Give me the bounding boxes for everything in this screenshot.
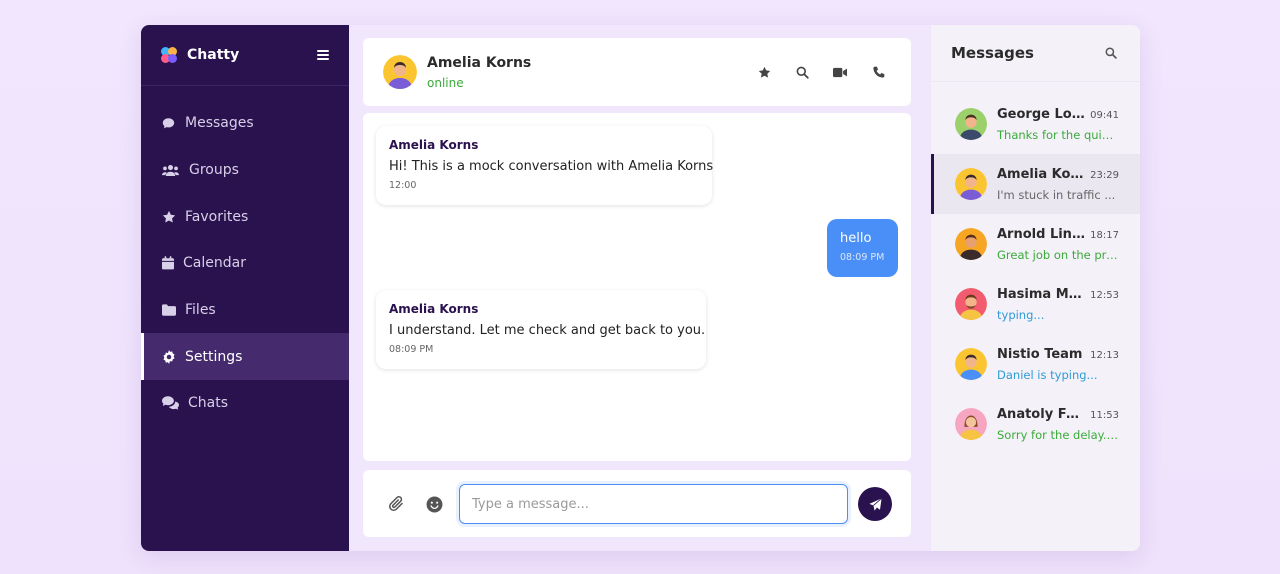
avatar — [955, 288, 987, 320]
conversation-george-lobko[interactable]: George Lobko 09:41 Thanks for the quick.… — [931, 94, 1140, 154]
sidebar-item-files[interactable]: Files — [141, 287, 349, 334]
contact-name: Amelia Korns — [427, 54, 532, 71]
conversation-preview: Thanks for the quick... — [997, 127, 1119, 142]
conversation-preview: Daniel is typing... — [997, 367, 1098, 382]
conversation-name: Amelia Korns — [997, 166, 1087, 182]
incoming-message: Amelia Korns Hi! This is a mock conversa… — [376, 126, 714, 205]
chatty-logo-icon — [161, 47, 177, 63]
conversations-panel: Messages George Lobko 09:41 Thanks for t… — [931, 25, 1140, 551]
panel-title: Messages — [951, 44, 1034, 62]
brand-name: Chatty — [187, 47, 240, 63]
sidebar-item-groups[interactable]: Groups — [141, 147, 349, 194]
conversation-preview: Sorry for the delay. I'... — [997, 427, 1119, 442]
star-icon[interactable] — [755, 63, 773, 81]
chat-header: Amelia Korns online — [363, 38, 911, 106]
conversation-anatoly-ferus[interactable]: Anatoly Ferus... 11:53 Sorry for the del… — [931, 394, 1140, 454]
send-icon — [868, 497, 882, 511]
message-sender: Amelia Korns — [389, 302, 479, 316]
sidebar-item-label: Files — [185, 302, 216, 319]
message-text: hello — [840, 231, 872, 246]
sidebar-item-messages[interactable]: Messages — [141, 100, 349, 147]
calendar-icon — [161, 256, 174, 271]
emoji-icon[interactable] — [424, 494, 444, 514]
hamburger-menu-icon[interactable] — [317, 50, 329, 60]
conversation-time: 18:17 — [1090, 229, 1119, 241]
message-list: Amelia Korns Hi! This is a mock conversa… — [363, 113, 911, 461]
conversation-name: George Lobko — [997, 106, 1086, 122]
conversation-name: Nistio Team — [997, 346, 1083, 362]
panel-header: Messages — [931, 25, 1140, 82]
message-input[interactable] — [459, 484, 848, 524]
message-time: 08:09 PM — [840, 252, 885, 263]
sidebar-item-label: Settings — [185, 348, 243, 365]
comments-icon — [161, 396, 179, 411]
message-text: I understand. Let me check and get back … — [389, 323, 706, 338]
conversation-list: George Lobko 09:41 Thanks for the quick.… — [931, 82, 1140, 454]
conversation-amelia-korns[interactable]: Amelia Korns 23:29 I'm stuck in traffic … — [931, 154, 1140, 214]
conversation-time: 11:53 — [1090, 409, 1119, 421]
sidebar-item-label: Calendar — [183, 255, 246, 272]
avatar[interactable] — [383, 55, 417, 89]
conversation-hasima-med[interactable]: Hasima Med... 12:53 typing... — [931, 274, 1140, 334]
gear-icon — [161, 349, 176, 364]
conversation-preview: I'm stuck in traffic ... — [997, 187, 1116, 202]
message-time: 08:09 PM — [389, 344, 434, 355]
sidebar-item-calendar[interactable]: Calendar — [141, 240, 349, 287]
message-time: 12:00 — [389, 180, 417, 191]
message-sender: Amelia Korns — [389, 138, 479, 152]
conversation-time: 23:29 — [1090, 169, 1119, 181]
sidebar-item-label: Favorites — [185, 208, 249, 225]
message-composer — [363, 470, 911, 537]
incoming-message: Amelia Korns I understand. Let me check … — [376, 290, 706, 369]
conversation-name: Hasima Med... — [997, 286, 1087, 302]
contact-status: online — [427, 75, 464, 90]
avatar — [955, 228, 987, 260]
folder-icon — [161, 303, 176, 318]
sidebar-item-label: Chats — [188, 395, 229, 412]
users-icon — [161, 163, 179, 178]
chat-area: Amelia Korns online Amelia Korns Hi! Thi… — [349, 25, 931, 551]
header-actions — [755, 63, 887, 81]
conversation-name: Arnold Linkeln — [997, 226, 1086, 242]
conversation-preview: typing... — [997, 307, 1045, 322]
chat-app: Chatty Messages Groups Favorites Calenda… — [141, 25, 1140, 551]
sidebar-item-label: Groups — [189, 162, 239, 179]
conversation-name: Anatoly Ferus... — [997, 406, 1086, 422]
phone-icon[interactable] — [869, 63, 887, 81]
sidebar-item-favorites[interactable]: Favorites — [141, 193, 349, 240]
search-icon[interactable] — [793, 63, 811, 81]
chat-bubble-icon — [161, 116, 176, 131]
paperclip-icon[interactable] — [387, 494, 407, 514]
conversation-time: 12:53 — [1090, 289, 1119, 301]
avatar — [955, 108, 987, 140]
message-text: Hi! This is a mock conversation with Ame… — [389, 159, 714, 174]
sidebar-nav: Messages Groups Favorites Calendar Files… — [141, 86, 349, 427]
send-button[interactable] — [858, 487, 892, 521]
star-icon — [161, 209, 176, 224]
sidebar-item-settings[interactable]: Settings — [141, 333, 349, 381]
avatar — [955, 408, 987, 440]
conversation-nistio-team[interactable]: Nistio Team 12:13 Daniel is typing... — [931, 334, 1140, 394]
outgoing-message: hello 08:09 PM — [827, 219, 898, 277]
avatar — [955, 168, 987, 200]
conversation-time: 09:41 — [1090, 109, 1119, 121]
conversation-arnold-linkeln[interactable]: Arnold Linkeln 18:17 Great job on the pr… — [931, 214, 1140, 274]
sidebar-item-label: Messages — [185, 115, 254, 132]
conversation-time: 12:13 — [1090, 349, 1119, 361]
video-call-icon[interactable] — [831, 63, 849, 81]
sidebar-item-chats[interactable]: Chats — [141, 380, 349, 427]
search-icon[interactable] — [1102, 44, 1120, 62]
contact-info: Amelia Korns online — [427, 55, 755, 90]
brand-bar: Chatty — [141, 25, 349, 86]
conversation-preview: Great job on the pre... — [997, 247, 1119, 262]
sidebar: Chatty Messages Groups Favorites Calenda… — [141, 25, 349, 551]
avatar — [955, 348, 987, 380]
